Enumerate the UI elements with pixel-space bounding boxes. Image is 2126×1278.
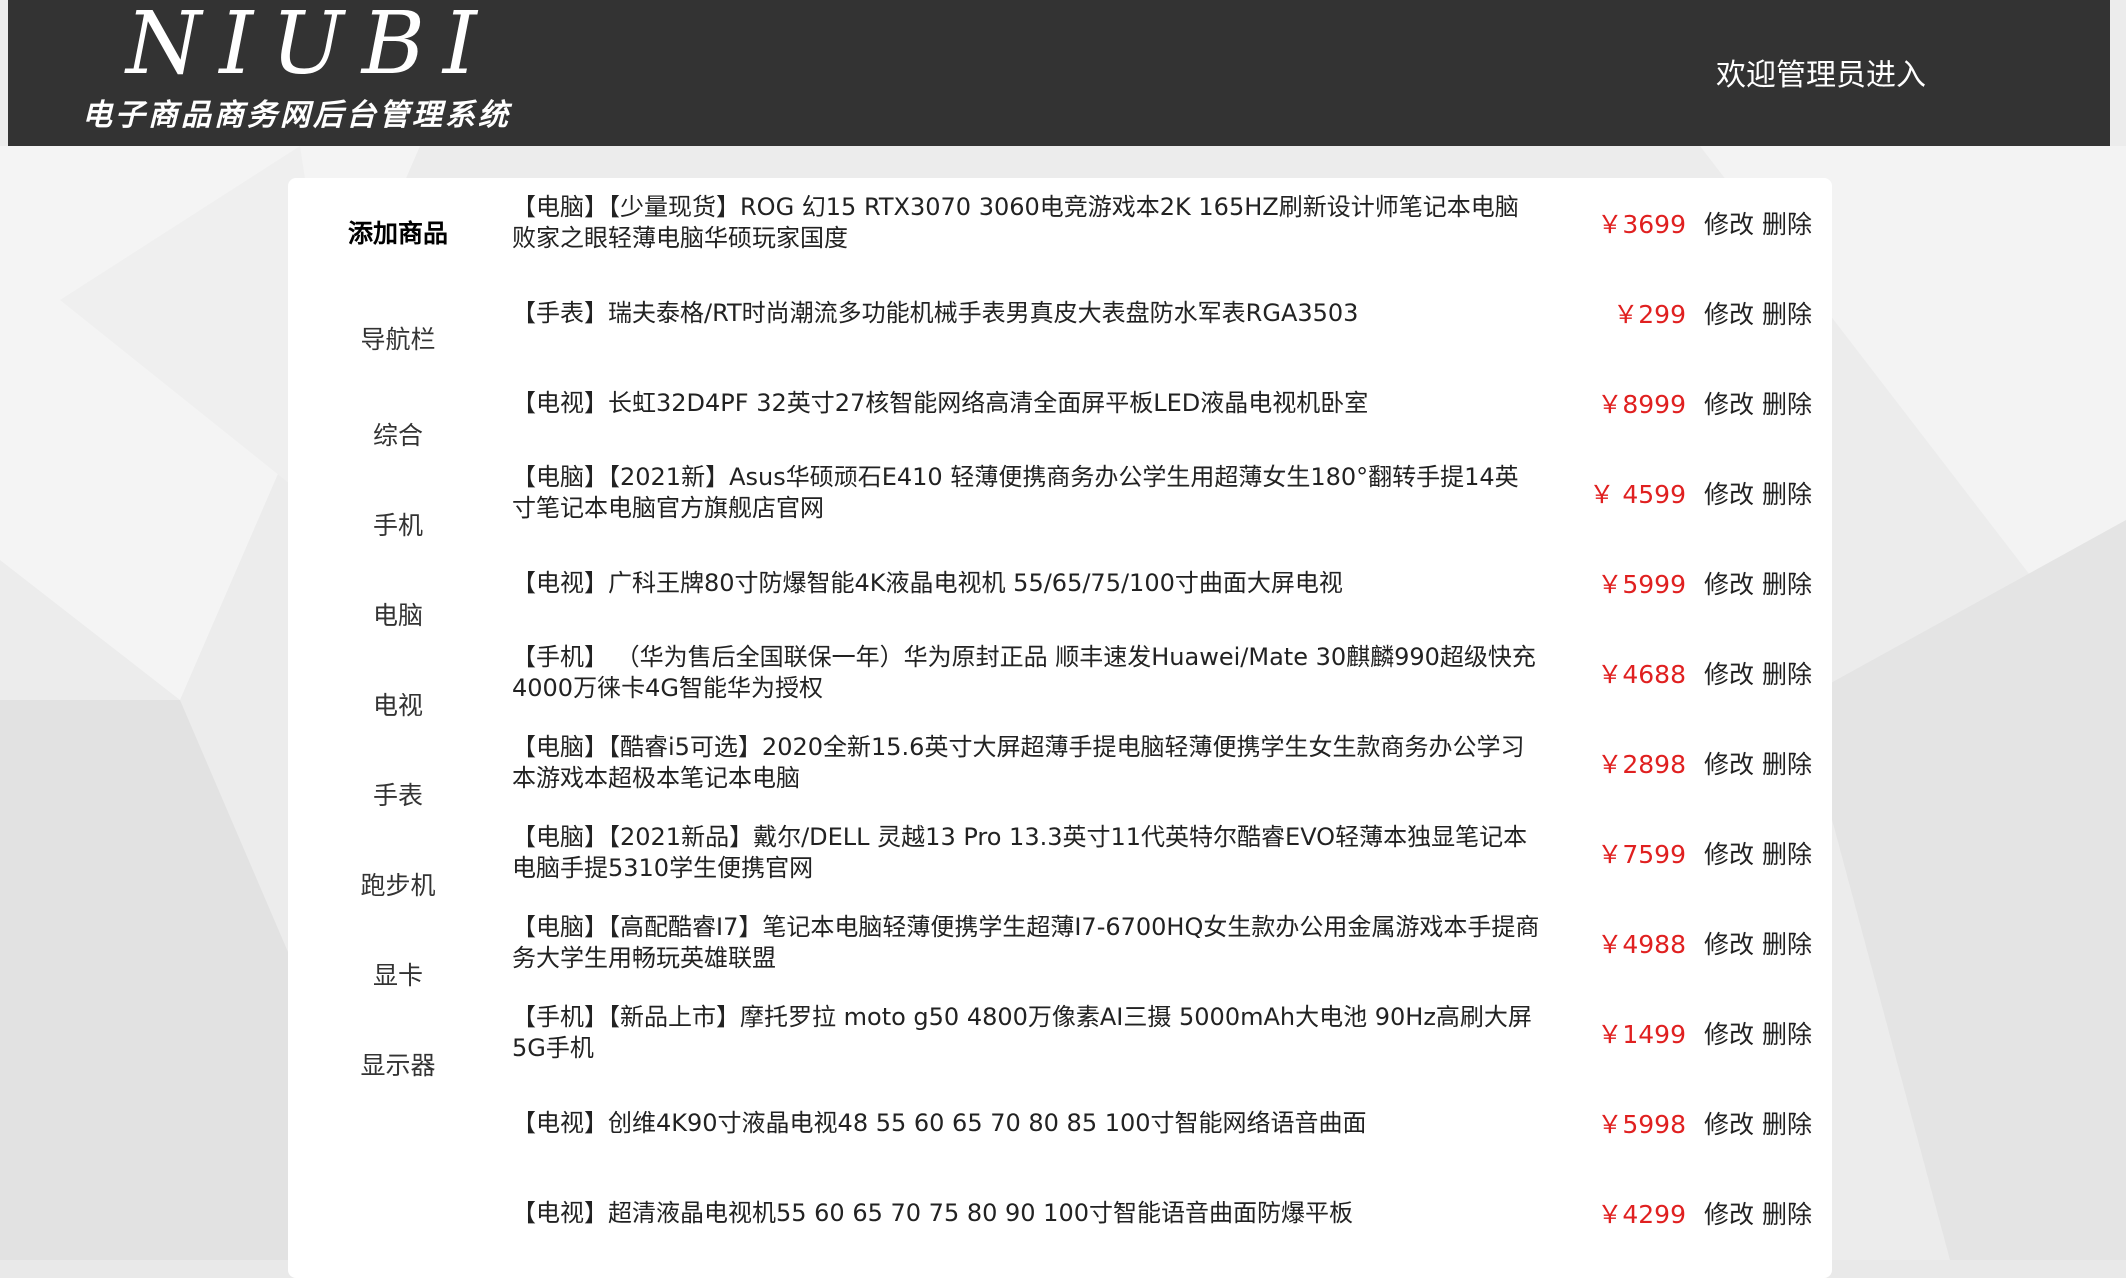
product-row: 【电脑】【2021新品】戴尔/DELL 灵越13 Pro 13.3英寸11代英特… [510,808,1832,898]
row-actions: 修改 删除 [1704,808,1812,898]
sidebar-item-navbar[interactable]: 导航栏 [288,320,508,356]
edit-button[interactable]: 修改 [1704,655,1754,691]
delete-button[interactable]: 删除 [1762,205,1812,241]
delete-button[interactable]: 删除 [1762,295,1812,331]
product-row: 【电脑】【高配酷睿I7】笔记本电脑轻薄便携学生超薄I7-6700HQ女生款办公用… [510,898,1832,988]
row-actions: 修改 删除 [1704,178,1812,268]
sidebar-item-monitors[interactable]: 显示器 [288,1046,508,1082]
delete-button[interactable]: 删除 [1762,1195,1812,1231]
product-row: 【电视】长虹32D4PF 32英寸27核智能网络高清全面屏平板LED液晶电视机卧… [510,358,1832,448]
product-name: 【电脑】【2021新品】戴尔/DELL 灵越13 Pro 13.3英寸11代英特… [512,823,1528,882]
product-row: 【手机】 （华为售后全国联保一年）华为原封正品 顺丰速发Huawei/Mate … [510,628,1832,718]
row-actions: 修改 删除 [1704,538,1812,628]
product-row: 【手表】瑞夫泰格/RT时尚潮流多功能机械手表男真皮大表盘防水军表RGA3503 … [510,268,1832,358]
edit-button[interactable]: 修改 [1704,475,1754,511]
delete-button[interactable]: 删除 [1762,925,1812,961]
edit-button[interactable]: 修改 [1704,1195,1754,1231]
product-price: ￥4688 [1597,660,1686,689]
sidebar-item-all[interactable]: 综合 [288,416,508,452]
edit-button[interactable]: 修改 [1704,565,1754,601]
row-actions: 修改 删除 [1704,628,1812,718]
product-row: 【电脑】【2021新】Asus华硕顽石E410 轻薄便携商务办公学生用超薄女生1… [510,448,1832,538]
row-actions: 修改 删除 [1704,268,1812,358]
product-name: 【电视】超清液晶电视机55 60 65 70 75 80 90 100寸智能语音… [512,1198,1353,1227]
edit-button[interactable]: 修改 [1704,205,1754,241]
product-price: ￥8999 [1597,390,1686,419]
delete-button[interactable]: 删除 [1762,565,1812,601]
product-price: ￥3699 [1597,210,1686,239]
product-price: ￥1499 [1597,1020,1686,1049]
delete-button[interactable]: 删除 [1762,475,1812,511]
product-row: 【电脑】【酷睿i5可选】2020全新15.6英寸大屏超薄手提电脑轻薄便携学生女生… [510,718,1832,808]
sidebar-item-computers[interactable]: 电脑 [288,596,508,632]
edit-button[interactable]: 修改 [1704,925,1754,961]
sidebar-item-phones[interactable]: 手机 [288,506,508,542]
product-name: 【电视】长虹32D4PF 32英寸27核智能网络高清全面屏平板LED液晶电视机卧… [512,388,1369,417]
logo-title: NIUBI [126,0,495,94]
delete-button[interactable]: 删除 [1762,745,1812,781]
delete-button[interactable]: 删除 [1762,1015,1812,1051]
sidebar-item-watches[interactable]: 手表 [288,776,508,812]
sidebar-item-add-product[interactable]: 添加商品 [288,214,508,250]
product-row: 【手机】【新品上市】摩托罗拉 moto g50 4800万像素AI三摄 5000… [510,988,1832,1078]
welcome-text: 欢迎管理员进入 [1716,58,1926,93]
row-actions: 修改 删除 [1704,448,1812,538]
product-price: ￥ 4599 [1589,480,1686,509]
product-name: 【手机】 （华为售后全国联保一年）华为原封正品 顺丰速发Huawei/Mate … [512,643,1536,702]
row-actions: 修改 删除 [1704,1168,1812,1258]
header-bar: NIUBI 电子商品商务网后台管理系统 欢迎管理员进入 [8,0,2110,146]
product-row: 【电视】超清液晶电视机55 60 65 70 75 80 90 100寸智能语音… [510,1168,1832,1258]
product-name: 【电视】广科王牌80寸防爆智能4K液晶电视机 55/65/75/100寸曲面大屏… [512,568,1343,597]
delete-button[interactable]: 删除 [1762,385,1812,421]
product-name: 【电脑】【酷睿i5可选】2020全新15.6英寸大屏超薄手提电脑轻薄便携学生女生… [512,733,1525,792]
product-name: 【电脑】【2021新】Asus华硕顽石E410 轻薄便携商务办公学生用超薄女生1… [512,463,1519,522]
delete-button[interactable]: 删除 [1762,655,1812,691]
row-actions: 修改 删除 [1704,988,1812,1078]
sidebar-item-graphics-cards[interactable]: 显卡 [288,956,508,992]
product-name: 【电视】创维4K90寸液晶电视48 55 60 65 70 80 85 100寸… [512,1108,1367,1137]
edit-button[interactable]: 修改 [1704,385,1754,421]
product-price: ￥4988 [1597,930,1686,959]
edit-button[interactable]: 修改 [1704,1105,1754,1141]
row-actions: 修改 删除 [1704,718,1812,808]
product-price: ￥2898 [1597,750,1686,779]
product-price: ￥4299 [1597,1200,1686,1229]
product-price: ￥5998 [1597,1110,1686,1139]
product-row: 【电视】创维4K90寸液晶电视48 55 60 65 70 80 85 100寸… [510,1078,1832,1168]
edit-button[interactable]: 修改 [1704,295,1754,331]
product-price: ￥5999 [1597,570,1686,599]
product-name: 【电脑】【高配酷睿I7】笔记本电脑轻薄便携学生超薄I7-6700HQ女生款办公用… [512,913,1540,972]
sidebar-item-tvs[interactable]: 电视 [288,686,508,722]
row-actions: 修改 删除 [1704,1078,1812,1168]
edit-button[interactable]: 修改 [1704,1015,1754,1051]
product-name: 【手机】【新品上市】摩托罗拉 moto g50 4800万像素AI三摄 5000… [512,1003,1532,1062]
product-price: ￥299 [1613,300,1686,329]
product-row: 【电视】广科王牌80寸防爆智能4K液晶电视机 55/65/75/100寸曲面大屏… [510,538,1832,628]
logo-subtitle: 电子商品商务网后台管理系统 [82,98,511,133]
row-actions: 修改 删除 [1704,898,1812,988]
product-name: 【手表】瑞夫泰格/RT时尚潮流多功能机械手表男真皮大表盘防水军表RGA3503 [512,298,1359,327]
row-actions: 修改 删除 [1704,358,1812,448]
product-name: 【电脑】【少量现货】ROG 幻15 RTX3070 3060电竞游戏本2K 16… [512,193,1519,252]
sidebar-item-treadmills[interactable]: 跑步机 [288,866,508,902]
edit-button[interactable]: 修改 [1704,745,1754,781]
product-price: ￥7599 [1597,840,1686,869]
product-row: 【电脑】【少量现货】ROG 幻15 RTX3070 3060电竞游戏本2K 16… [510,178,1832,268]
delete-button[interactable]: 删除 [1762,835,1812,871]
delete-button[interactable]: 删除 [1762,1105,1812,1141]
edit-button[interactable]: 修改 [1704,835,1754,871]
